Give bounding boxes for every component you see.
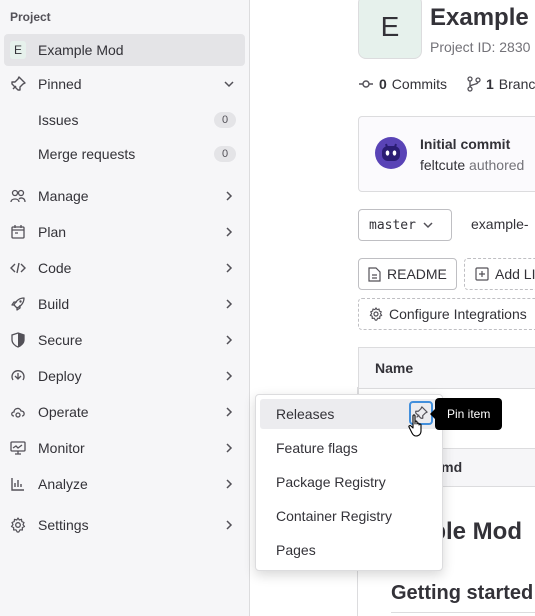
sidebar-item-manage[interactable]: Manage xyxy=(4,180,245,212)
sidebar-item-label: Code xyxy=(38,260,72,276)
configure-integrations-button[interactable]: Configure Integrations xyxy=(358,298,535,330)
gear-icon xyxy=(369,307,383,321)
monitor-icon xyxy=(10,440,26,456)
commit-author[interactable]: feltcute xyxy=(420,157,465,173)
chevron-down-icon xyxy=(224,81,234,88)
pin-item-tooltip: Pin item xyxy=(429,398,503,430)
sidebar-item-label: Plan xyxy=(38,224,67,240)
sidebar-item-label: Issues xyxy=(38,112,79,128)
branches-link[interactable]: 1 Branc xyxy=(467,76,535,92)
sidebar-item-code[interactable]: Code xyxy=(4,252,245,284)
project-avatar: E xyxy=(358,0,422,59)
commits-label: Commits xyxy=(391,76,448,92)
sidebar-item-label: Analyze xyxy=(38,476,88,492)
readme-subheading: Getting started xyxy=(391,582,534,604)
chart-icon xyxy=(10,476,26,492)
flyout-item-label: Releases xyxy=(276,406,335,422)
branch-icon xyxy=(467,76,481,92)
gear-icon xyxy=(10,517,26,533)
deployments-icon xyxy=(10,368,26,384)
commit-verb: authored xyxy=(469,157,525,173)
chevron-down-icon xyxy=(423,222,433,229)
readme-button-label: README xyxy=(387,266,447,282)
commit-meta: feltcute authored xyxy=(420,157,524,173)
chevron-right-icon xyxy=(226,479,233,489)
planning-icon xyxy=(10,224,26,240)
flyout-item-label: Feature flags xyxy=(276,440,358,456)
sidebar-item-pinned[interactable]: Pinned xyxy=(4,68,245,100)
thumbtack-icon xyxy=(10,76,26,92)
chevron-right-icon xyxy=(226,191,233,201)
chevron-right-icon xyxy=(226,443,233,453)
last-commit-card: Initial commit feltcute authored xyxy=(358,116,535,192)
flyout-item-package-registry[interactable]: Package Registry xyxy=(260,467,438,497)
add-license-button[interactable]: Add LI xyxy=(464,258,535,290)
flyout-item-label: Package Registry xyxy=(276,474,386,490)
flyout-item-container-registry[interactable]: Container Registry xyxy=(260,501,438,531)
flyout-item-label: Pages xyxy=(276,542,316,558)
sidebar-item-deploy[interactable]: Deploy xyxy=(4,360,245,392)
branch-selector[interactable]: master xyxy=(358,209,452,241)
chevron-right-icon xyxy=(226,335,233,345)
add-license-label: Add LI xyxy=(495,266,535,282)
file-table-header: Name xyxy=(358,347,535,389)
sidebar-item-analyze[interactable]: Analyze xyxy=(4,468,245,500)
sidebar-item-label: Merge requests xyxy=(38,146,136,162)
sidebar-item-label: Build xyxy=(38,296,70,312)
shield-icon xyxy=(10,332,26,348)
commit-icon xyxy=(359,80,373,88)
plus-square-icon xyxy=(475,267,489,281)
sidebar-item-plan[interactable]: Plan xyxy=(4,216,245,248)
chevron-right-icon xyxy=(226,520,233,530)
sidebar-item-label: Manage xyxy=(38,188,89,204)
sidebar-heading: Project xyxy=(10,10,51,24)
hand-cursor-icon xyxy=(408,414,422,437)
author-avatar[interactable] xyxy=(375,137,407,169)
chevron-right-icon xyxy=(226,371,233,381)
project-title: Example Mod xyxy=(430,4,535,31)
sidebar-item-label: Secure xyxy=(38,332,83,348)
chevron-right-icon xyxy=(226,299,233,309)
chevron-right-icon xyxy=(226,227,233,237)
project-id: Project ID: 2830 xyxy=(430,39,531,55)
flyout-item-label: Container Registry xyxy=(276,508,392,524)
sidebar-item-operate[interactable]: Operate xyxy=(4,396,245,428)
sidebar-item-label: Deploy xyxy=(38,368,82,384)
sidebar-item-label: Pinned xyxy=(38,76,82,92)
flyout-item-pages[interactable]: Pages xyxy=(260,535,438,565)
sidebar-item-settings[interactable]: Settings xyxy=(4,509,245,541)
chevron-right-icon xyxy=(226,263,233,273)
merge-requests-count-badge: 0 xyxy=(214,146,236,162)
sidebar-item-issues[interactable]: Issues 0 xyxy=(4,104,245,136)
project-avatar-icon: E xyxy=(10,41,26,59)
divider xyxy=(391,612,535,613)
cloud-gear-icon xyxy=(10,404,26,420)
branch-selector-value: master xyxy=(369,217,416,233)
sidebar: Project E Example Mod Pinned Issues 0 Me… xyxy=(0,0,250,616)
commit-title[interactable]: Initial commit xyxy=(420,136,510,152)
commits-count: 0 xyxy=(379,76,387,92)
sidebar-item-merge-requests[interactable]: Merge requests 0 xyxy=(4,138,245,170)
sidebar-item-monitor[interactable]: Monitor xyxy=(4,432,245,464)
sidebar-item-secure[interactable]: Secure xyxy=(4,324,245,356)
chevron-right-icon xyxy=(226,407,233,417)
users-icon xyxy=(10,188,26,204)
readme-button[interactable]: README xyxy=(358,258,457,290)
repo-path-breadcrumb[interactable]: example- xyxy=(471,216,529,232)
code-icon xyxy=(10,260,26,276)
rocket-icon xyxy=(10,296,26,312)
issues-count-badge: 0 xyxy=(214,112,236,128)
name-column-header: Name xyxy=(375,360,414,376)
sidebar-item-build[interactable]: Build xyxy=(4,288,245,320)
branches-count: 1 xyxy=(486,76,494,92)
sidebar-item-label: Operate xyxy=(38,404,89,420)
configure-integrations-label: Configure Integrations xyxy=(389,306,527,322)
sidebar-item-label: Monitor xyxy=(38,440,85,456)
commits-link[interactable]: 0 Commits xyxy=(358,76,447,92)
sidebar-item-label: Settings xyxy=(38,517,89,533)
sidebar-item-label: Example Mod xyxy=(38,42,124,58)
file-icon xyxy=(368,266,381,282)
branches-label: Branc xyxy=(498,76,535,92)
sidebar-item-project[interactable]: E Example Mod xyxy=(4,34,245,66)
